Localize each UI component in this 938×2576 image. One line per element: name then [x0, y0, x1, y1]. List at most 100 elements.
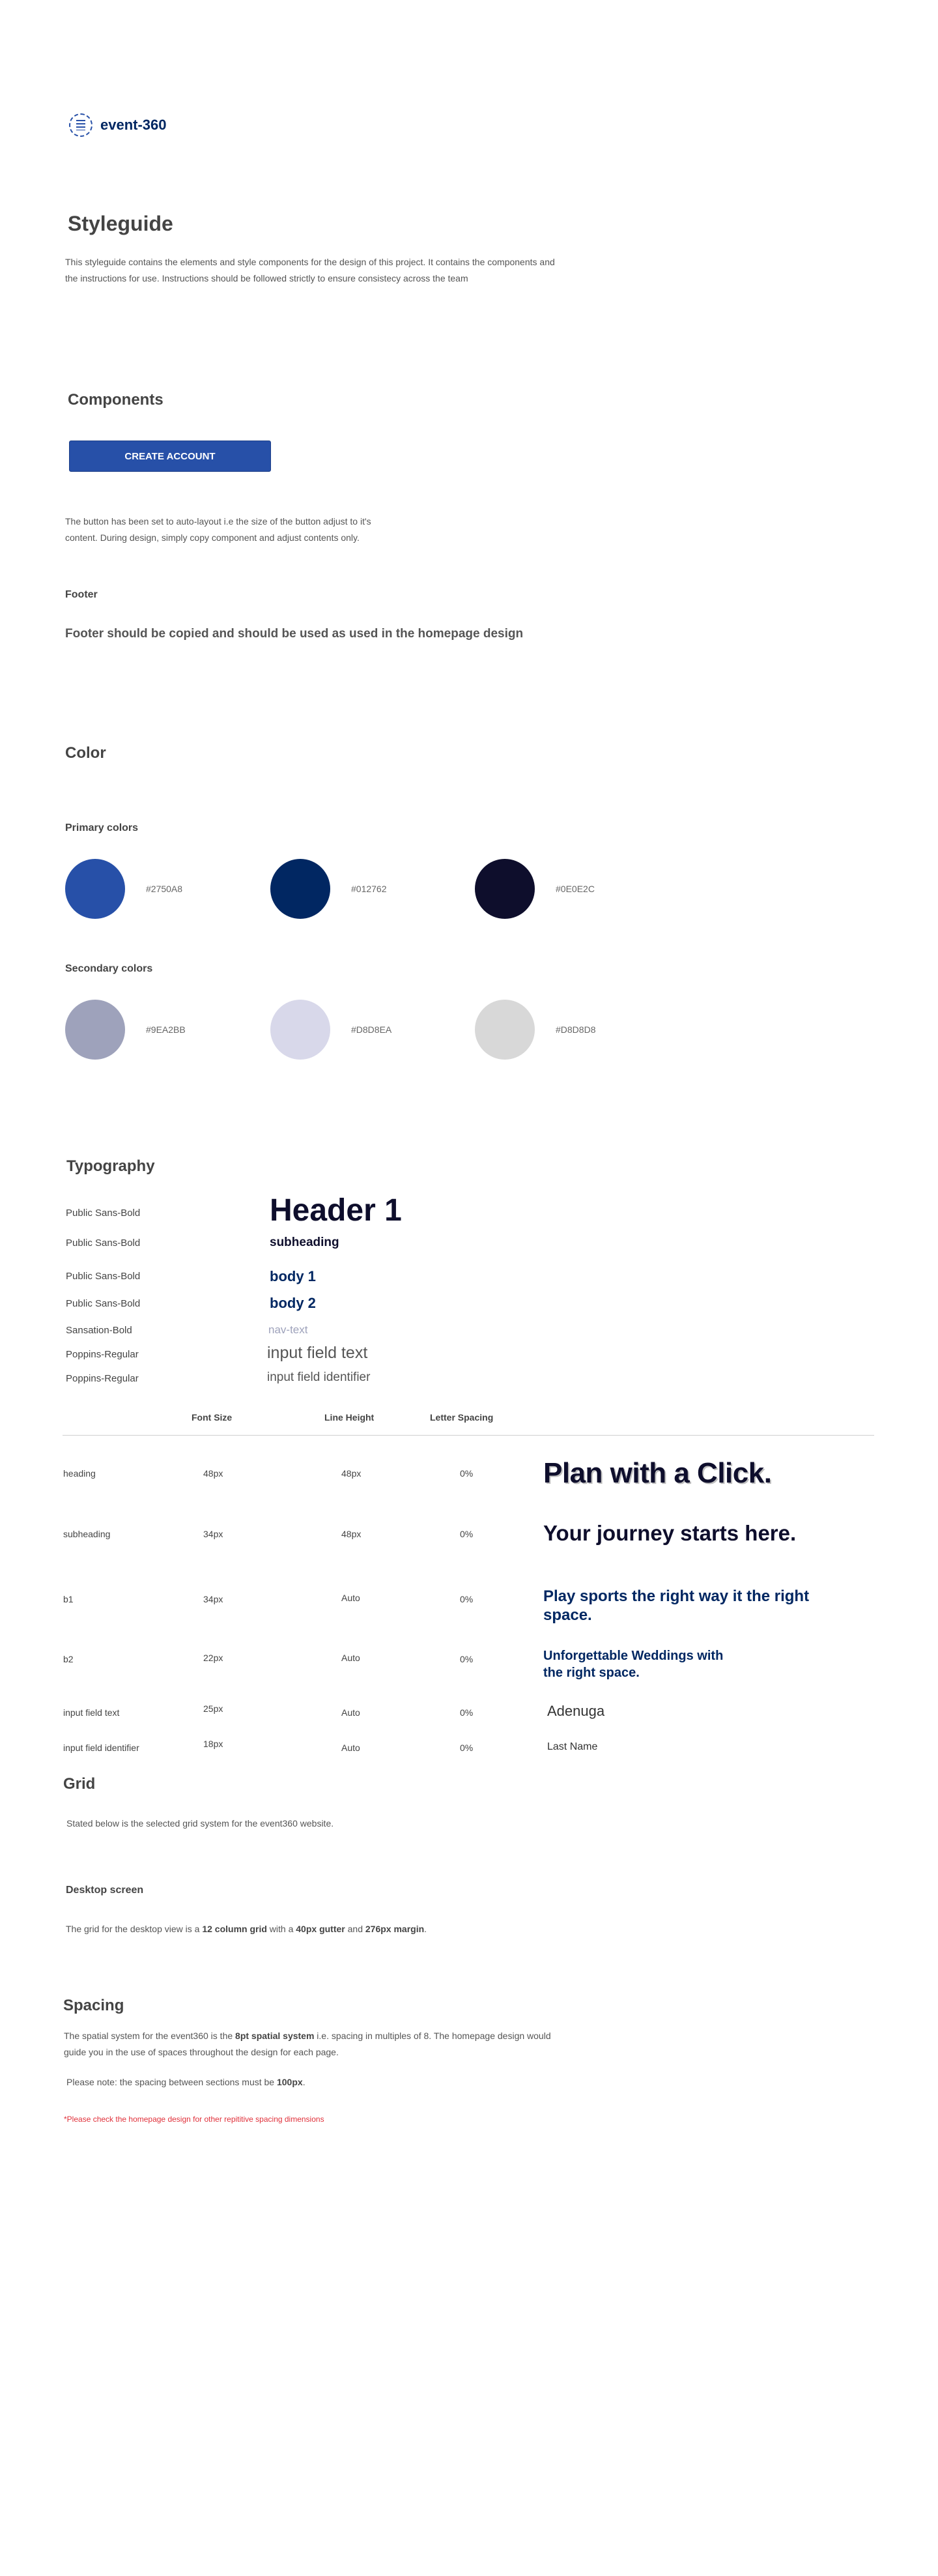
col-header-letter-spacing: Letter Spacing [430, 1412, 494, 1423]
desktop-grid-columns: 12 column grid [202, 1924, 267, 1934]
table-row-name: heading [63, 1468, 96, 1479]
table-row-name: input field text [63, 1707, 120, 1718]
example-subheading: Your journey starts here. [543, 1521, 797, 1545]
spacing-description-line-2: guide you in the use of spaces throughou… [64, 2047, 339, 2057]
example-b2: Unforgettable Weddings with the right sp… [543, 1647, 723, 1681]
color-hex-label: #D8D8EA [351, 1024, 392, 1035]
grid-intro: Stated below is the selected grid system… [66, 1818, 334, 1829]
page-title: Styleguide [68, 212, 173, 235]
table-cell-letter-spacing: 0% [460, 1743, 474, 1753]
spacing-warning: *Please check the homepage design for ot… [64, 2115, 324, 2124]
table-cell-letter-spacing: 0% [460, 1654, 474, 1664]
brand-logo[interactable]: event-360 [69, 113, 167, 137]
desktop-grid-text: and [345, 1924, 365, 1934]
table-cell-font-size: 48px [203, 1468, 223, 1479]
example-input-field-identifier: Last Name [547, 1741, 598, 1752]
desktop-grid-note: The grid for the desktop view is a 12 co… [66, 1921, 427, 1937]
col-header-font-size: Font Size [192, 1412, 233, 1423]
table-cell-font-size: 34px [203, 1594, 223, 1604]
color-hex-label: #012762 [351, 884, 387, 894]
color-swatch-9ea2bb [65, 1000, 125, 1060]
table-cell-letter-spacing: 0% [460, 1529, 474, 1539]
type-font-label: Public Sans-Bold [66, 1271, 141, 1282]
color-heading: Color [65, 744, 106, 762]
example-heading: Plan with a Click. [543, 1457, 772, 1489]
spacing-note-value: 100px [276, 2077, 303, 2087]
type-font-label: Public Sans-Bold [66, 1298, 141, 1309]
type-font-label: Public Sans-Bold [66, 1208, 141, 1219]
spacing-description: The spatial system for the event360 is t… [64, 2028, 715, 2061]
example-input-field-text: Adenuga [547, 1703, 605, 1719]
col-header-line-height: Line Height [324, 1412, 375, 1423]
table-cell-line-height: Auto [341, 1653, 360, 1663]
table-cell-line-height: Auto [341, 1593, 360, 1603]
desktop-grid-text: with a [266, 1924, 296, 1934]
desktop-grid-margin: 276px margin [365, 1924, 425, 1934]
table-row-name: b1 [63, 1594, 74, 1604]
color-swatch-d8d8ea [270, 1000, 330, 1060]
example-b1-line-1: Play sports the right way it the right [543, 1587, 810, 1605]
example-b1: Play sports the right way it the right s… [543, 1587, 809, 1625]
components-heading: Components [68, 391, 163, 409]
table-cell-font-size: 25px [203, 1703, 223, 1714]
type-sample-input-field-text: input field text [267, 1344, 368, 1362]
type-font-label: Poppins-Regular [66, 1349, 139, 1360]
spacing-note-text: . [302, 2077, 306, 2087]
example-b2-line-2: the right space. [543, 1666, 640, 1680]
styleguide-description: This styleguide contains the elements an… [65, 254, 690, 287]
desktop-grid-text: . [424, 1924, 427, 1934]
spacing-text: The spatial system for the event360 is t… [64, 2031, 236, 2041]
table-cell-line-height: 48px [341, 1529, 362, 1539]
type-sample-nav-text: nav-text [268, 1324, 308, 1336]
brand-name: event-360 [100, 117, 167, 133]
table-cell-font-size: 34px [203, 1529, 223, 1539]
type-font-label: Poppins-Regular [66, 1373, 139, 1384]
table-divider [63, 1435, 874, 1436]
desktop-grid-gutter: 40px gutter [296, 1924, 345, 1934]
logo-icon [69, 113, 92, 137]
color-swatch-012762 [270, 859, 330, 919]
spacing-text: i.e. spacing in multiples of 8. The home… [314, 2031, 551, 2041]
color-swatch-2750a8 [65, 859, 125, 919]
styleguide-description-line-1: This styleguide contains the elements an… [65, 257, 555, 267]
table-row-name: b2 [63, 1654, 74, 1664]
spacing-system-name: 8pt spatial system [235, 2031, 315, 2041]
type-font-label: Public Sans-Bold [66, 1237, 141, 1249]
color-hex-label: #2750A8 [146, 884, 183, 894]
grid-heading: Grid [63, 1775, 96, 1793]
typography-heading: Typography [66, 1157, 155, 1175]
color-swatch-0e0e2c [475, 859, 535, 919]
create-account-button[interactable]: CREATE ACCOUNT [69, 441, 271, 472]
primary-colors-heading: Primary colors [65, 822, 139, 833]
desktop-grid-text: The grid for the desktop view is a [66, 1924, 203, 1934]
footer-note: Footer should be copied and should be us… [65, 627, 524, 641]
spacing-heading: Spacing [63, 1997, 124, 2014]
footer-heading: Footer [65, 589, 98, 600]
spacing-description-line-1: The spatial system for the event360 is t… [64, 2028, 715, 2044]
spacing-note-text: Please note: the spacing between section… [66, 2077, 277, 2087]
secondary-colors-heading: Secondary colors [65, 963, 153, 974]
table-cell-font-size: 18px [203, 1739, 223, 1749]
table-cell-font-size: 22px [203, 1653, 223, 1663]
type-sample-body-1: body 1 [270, 1268, 316, 1284]
components-note-line-2: content. During design, simply copy comp… [65, 532, 360, 543]
spacing-note: Please note: the spacing between section… [66, 2074, 306, 2091]
type-sample-input-field-identifier: input field identifier [267, 1370, 371, 1384]
color-hex-label: #0E0E2C [556, 884, 595, 894]
example-b1-line-2: space. [543, 1606, 592, 1624]
table-cell-line-height: Auto [341, 1707, 360, 1718]
table-cell-letter-spacing: 0% [460, 1594, 474, 1604]
type-sample-body-2: body 2 [270, 1295, 316, 1311]
table-cell-letter-spacing: 0% [460, 1468, 474, 1479]
desktop-screen-heading: Desktop screen [66, 1885, 144, 1896]
styleguide-description-line-2: the instructions for use. Instructions s… [65, 273, 468, 283]
color-hex-label: #D8D8D8 [556, 1024, 596, 1035]
components-note: The button has been set to auto-layout i… [65, 514, 469, 546]
table-cell-line-height: 48px [341, 1468, 362, 1479]
type-font-label: Sansation-Bold [66, 1325, 132, 1336]
table-row-name: subheading [63, 1529, 111, 1539]
color-hex-label: #9EA2BB [146, 1024, 186, 1035]
table-cell-letter-spacing: 0% [460, 1707, 474, 1718]
example-b2-line-1: Unforgettable Weddings with [543, 1649, 724, 1663]
table-row-name: input field identifier [63, 1743, 139, 1753]
